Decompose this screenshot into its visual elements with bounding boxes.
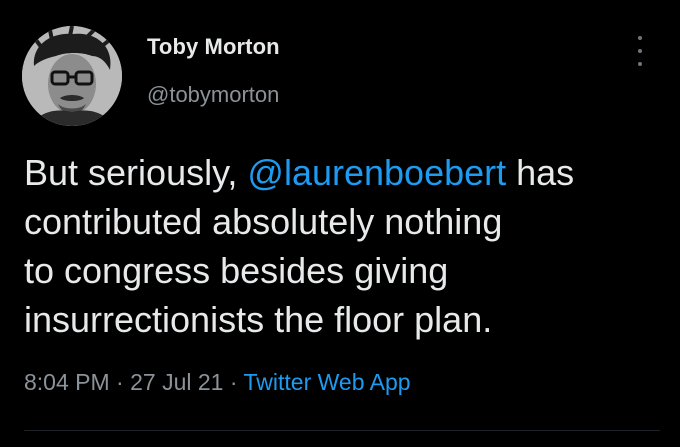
dot [638, 36, 642, 40]
tweet-time[interactable]: 8:04 PM [24, 369, 110, 395]
tweet-card: Toby Morton @tobymorton But seriously, @… [0, 0, 680, 447]
divider [24, 430, 660, 431]
meta-separator: · [223, 369, 244, 395]
tweet-text: But seriously, @laurenboebert has contri… [24, 148, 664, 344]
tweet-meta: 8:04 PM · 27 Jul 21 · Twitter Web App [24, 369, 411, 396]
tweet-date[interactable]: 27 Jul 21 [130, 369, 223, 395]
tweet-line-3: to congress besides giving [24, 250, 449, 291]
tweet-text-segment: But seriously, [24, 152, 248, 193]
more-options-icon[interactable] [626, 36, 654, 66]
tweet-line-4: insurrectionists the floor plan. [24, 299, 493, 340]
avatar[interactable] [22, 26, 122, 126]
tweet-line-2: contributed absolutely nothing [24, 201, 503, 242]
dot [638, 62, 642, 66]
author-handle[interactable]: @tobymorton [147, 82, 279, 108]
tweet-line-1: But seriously, @laurenboebert has [24, 148, 664, 197]
tweet-text-segment: has [506, 152, 575, 193]
mention-link[interactable]: @laurenboebert [247, 152, 506, 193]
tweet-source-link[interactable]: Twitter Web App [244, 369, 411, 395]
dot [638, 49, 642, 53]
profile-photo-icon [22, 26, 122, 126]
author-name[interactable]: Toby Morton [147, 34, 280, 60]
meta-separator: · [109, 369, 131, 395]
